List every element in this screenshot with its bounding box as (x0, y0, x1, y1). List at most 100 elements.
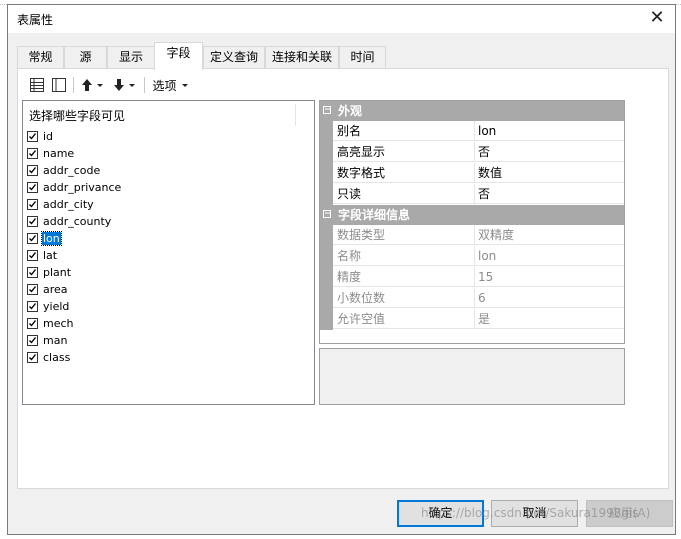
tab-display[interactable]: 显示 (107, 46, 155, 69)
row-gutter (320, 142, 333, 163)
property-row[interactable]: 只读否 (320, 184, 624, 205)
list-view-icon[interactable] (50, 74, 68, 96)
field-checkbox[interactable] (27, 216, 38, 227)
property-name: 高亮显示 (333, 142, 475, 162)
property-value: 双精度 (475, 225, 624, 245)
field-label: name (43, 147, 75, 160)
property-category[interactable]: − 字段详细信息 (320, 205, 624, 225)
category-label: 外观 (338, 104, 363, 118)
field-visibility-list[interactable]: 选择哪些字段可见 id name addr_code addr_privance add… (22, 100, 315, 405)
field-checkbox[interactable] (27, 165, 38, 176)
field-item[interactable]: plant (27, 264, 72, 281)
field-label: mech (43, 317, 74, 330)
row-gutter (320, 184, 333, 205)
field-checkbox[interactable] (27, 233, 38, 244)
property-value[interactable]: 否 (475, 184, 624, 204)
chevron-down-icon (181, 84, 188, 87)
field-checkbox[interactable] (27, 250, 38, 261)
tab-time[interactable]: 时间 (339, 46, 386, 69)
property-row[interactable]: 数据类型 双精度 (320, 225, 624, 246)
property-row[interactable]: 数字格式 数值 (320, 163, 624, 184)
field-label: lat (43, 249, 58, 262)
field-item[interactable]: lat (27, 247, 58, 264)
tab-general[interactable]: 常规 (17, 46, 64, 69)
collapse-icon[interactable]: − (323, 106, 332, 115)
options-dropdown[interactable]: 选项 (150, 74, 192, 96)
property-name: 名称 (333, 246, 475, 266)
property-grid[interactable]: − 外观 别名 lon 高亮显示否数字格式 数值 只读否 − 字段详细信息 数据类型 双精度 名称 lo… (319, 100, 625, 344)
tab-definition-query[interactable]: 定义查询 (203, 46, 265, 69)
checkmark-icon (29, 150, 37, 157)
field-label: addr_privance (43, 181, 122, 194)
row-gutter (320, 267, 333, 288)
toolbar-separator (144, 77, 145, 93)
arrow-down-icon (114, 79, 135, 91)
row-gutter (320, 121, 333, 142)
property-row[interactable]: 高亮显示否 (320, 142, 624, 163)
field-item[interactable]: yield (27, 298, 70, 315)
field-item[interactable]: addr_city (27, 196, 95, 213)
field-checkbox[interactable] (27, 182, 38, 193)
checkmark-icon (29, 286, 37, 293)
move-up-button[interactable] (79, 74, 107, 96)
field-item[interactable]: addr_privance (27, 179, 122, 196)
property-value[interactable]: lon (475, 121, 624, 141)
grid-view-icon[interactable] (28, 74, 46, 96)
field-item[interactable]: name (27, 145, 75, 162)
property-category[interactable]: − 外观 (320, 101, 624, 121)
field-item[interactable]: addr_code (27, 162, 101, 179)
title-bar: 表属性 ✕ (8, 5, 675, 33)
tab-fields[interactable]: 字段 (154, 42, 203, 70)
options-label: 选项 (152, 78, 177, 93)
field-checkbox[interactable] (27, 267, 38, 278)
field-item[interactable]: area (27, 281, 69, 298)
property-value: 6 (475, 288, 624, 308)
property-description-box (319, 348, 625, 405)
collapse-icon[interactable]: − (323, 210, 332, 219)
field-label: man (43, 334, 68, 347)
table-properties-dialog: 表属性 ✕ 常规 源 显示 字段 定义查询 连接和关联 时间 选项 选择哪些字段… (7, 4, 676, 535)
watermark-text: https://blog.csdn.net/Sakura1998gis (421, 506, 639, 520)
checkmark-icon (29, 133, 37, 140)
field-item[interactable]: class (27, 349, 71, 366)
field-checkbox[interactable] (27, 131, 38, 142)
field-item[interactable]: lon (27, 230, 62, 247)
field-checkbox[interactable] (27, 318, 38, 329)
tab-source[interactable]: 源 (64, 46, 107, 69)
field-checkbox[interactable] (27, 335, 38, 346)
field-item[interactable]: addr_county (27, 213, 112, 230)
property-value: lon (475, 246, 624, 266)
property-name: 只读 (333, 184, 475, 204)
property-row[interactable]: 小数位数 6 (320, 288, 624, 309)
field-checkbox[interactable] (27, 352, 38, 363)
arrow-up-icon (82, 79, 103, 91)
checkmark-icon (29, 184, 37, 191)
field-item[interactable]: mech (27, 315, 75, 332)
field-item[interactable]: man (27, 332, 68, 349)
checkmark-icon (29, 201, 37, 208)
tab-joins-relates[interactable]: 连接和关联 (265, 46, 339, 69)
property-row[interactable]: 别名 lon (320, 121, 624, 142)
checkmark-icon (29, 269, 37, 276)
fields-tab-panel: 选项 选择哪些字段可见 id name addr_code addr_privance… (17, 68, 669, 489)
field-item[interactable]: id (27, 128, 54, 145)
property-name: 允许空值 (333, 309, 475, 329)
field-label: class (43, 351, 71, 364)
property-row[interactable]: 允许空值是 (320, 309, 624, 330)
field-checkbox[interactable] (27, 284, 38, 295)
move-down-button[interactable] (111, 74, 139, 96)
field-checkbox[interactable] (27, 199, 38, 210)
property-row[interactable]: 精度 15 (320, 267, 624, 288)
property-name: 数字格式 (333, 163, 475, 183)
close-icon[interactable]: ✕ (647, 8, 667, 28)
property-value[interactable]: 数值 (475, 163, 624, 183)
property-value[interactable]: 否 (475, 142, 624, 162)
field-checkbox[interactable] (27, 301, 38, 312)
checkmark-icon (29, 235, 37, 242)
field-checkbox[interactable] (27, 148, 38, 159)
property-row[interactable]: 名称 lon (320, 246, 624, 267)
row-gutter (320, 246, 333, 267)
field-label: area (43, 283, 68, 296)
property-value: 15 (475, 267, 624, 287)
toolbar-separator (73, 77, 74, 93)
